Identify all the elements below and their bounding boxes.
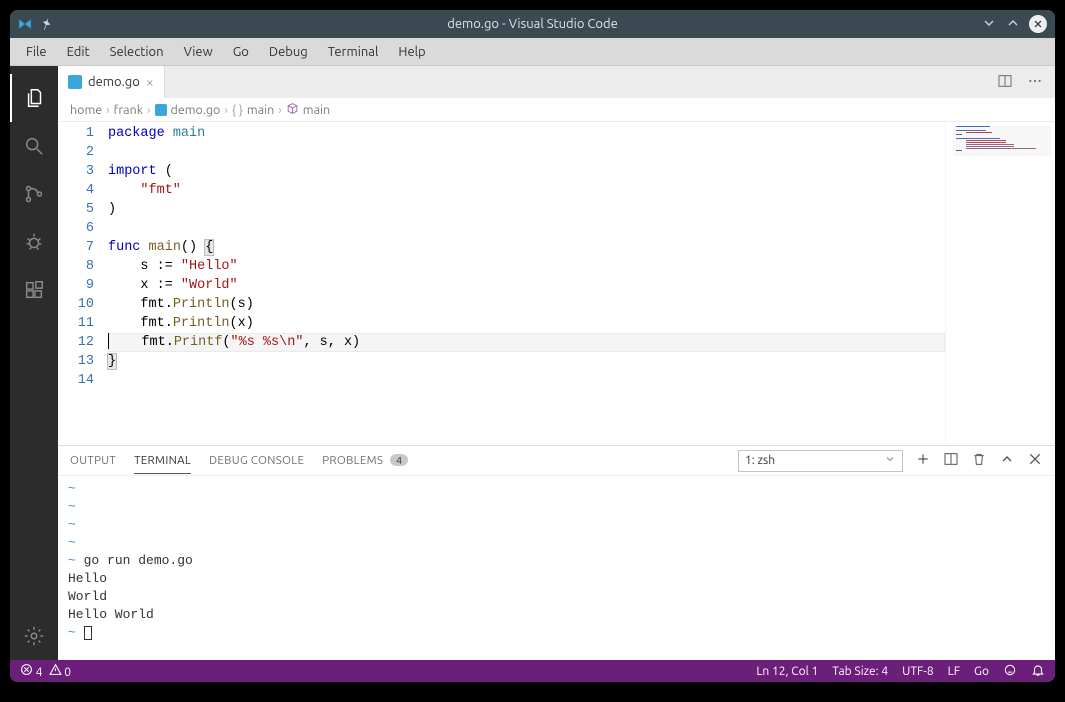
breadcrumb-item[interactable]: demo.go xyxy=(155,103,221,117)
close-icon[interactable] xyxy=(1029,15,1047,33)
status-cursor[interactable]: Ln 12, Col 1 xyxy=(756,665,818,678)
menu-view[interactable]: View xyxy=(174,41,223,63)
maximize-panel-icon[interactable] xyxy=(999,451,1015,470)
panel-tab-debug-console[interactable]: DEBUG CONSOLE xyxy=(209,454,304,467)
bell-icon[interactable] xyxy=(1031,663,1045,680)
chevron-right-icon: › xyxy=(147,103,151,117)
problems-badge: 4 xyxy=(390,454,408,466)
editor-tabs: demo.go × xyxy=(58,66,1055,98)
menu-debug[interactable]: Debug xyxy=(259,41,318,63)
chevron-right-icon: › xyxy=(106,103,110,117)
menubar: File Edit Selection View Go Debug Termin… xyxy=(10,38,1055,66)
feedback-icon[interactable] xyxy=(1003,663,1017,680)
menu-edit[interactable]: Edit xyxy=(57,41,100,63)
window: demo.go - Visual Studio Code File Edit S… xyxy=(10,10,1055,682)
panel: OUTPUT TERMINAL DEBUG CONSOLE PROBLEMS 4… xyxy=(58,445,1055,660)
app-icon xyxy=(18,17,32,31)
menu-go[interactable]: Go xyxy=(223,41,259,63)
chevron-right-icon: › xyxy=(224,103,228,117)
status-language[interactable]: Go xyxy=(974,665,989,678)
minimize-icon[interactable] xyxy=(981,15,997,34)
split-editor-icon[interactable] xyxy=(997,73,1013,92)
gear-icon[interactable] xyxy=(10,612,58,660)
status-warnings[interactable]: 0 xyxy=(49,663,72,679)
window-title: demo.go - Visual Studio Code xyxy=(10,17,1055,31)
statusbar: 4 0 Ln 12, Col 1 Tab Size: 4 UTF-8 LF Go xyxy=(10,660,1055,682)
status-errors[interactable]: 4 xyxy=(20,663,43,679)
kill-terminal-icon[interactable] xyxy=(971,451,987,470)
minimap[interactable] xyxy=(945,122,1055,445)
tab-demo-go[interactable]: demo.go × xyxy=(58,66,165,98)
more-actions-icon[interactable] xyxy=(1027,73,1043,92)
go-file-icon xyxy=(68,75,82,89)
activitybar xyxy=(10,66,58,660)
pin-icon[interactable] xyxy=(40,17,54,31)
code-content[interactable]: package mainimport ( "fmt")func main() {… xyxy=(108,122,945,445)
menu-selection[interactable]: Selection xyxy=(100,41,174,63)
search-icon[interactable] xyxy=(10,122,58,170)
breadcrumb-item[interactable]: frank xyxy=(114,103,143,117)
line-gutter: 1234567891011121314 xyxy=(58,122,108,445)
cube-icon xyxy=(286,102,299,118)
breadcrumb-item[interactable]: main xyxy=(286,102,330,118)
chevron-right-icon: › xyxy=(278,103,282,117)
go-file-icon xyxy=(155,104,167,116)
menu-help[interactable]: Help xyxy=(388,41,435,63)
status-eol[interactable]: LF xyxy=(948,665,960,678)
split-terminal-icon[interactable] xyxy=(943,451,959,470)
panel-tab-output[interactable]: OUTPUT xyxy=(70,454,116,467)
menu-file[interactable]: File xyxy=(16,41,57,63)
titlebar: demo.go - Visual Studio Code xyxy=(10,10,1055,38)
menu-terminal[interactable]: Terminal xyxy=(318,41,389,63)
new-terminal-icon[interactable] xyxy=(915,451,931,470)
extensions-icon[interactable] xyxy=(10,266,58,314)
breadcrumb-item[interactable]: home xyxy=(70,103,102,117)
panel-tab-terminal[interactable]: TERMINAL xyxy=(134,454,191,474)
terminal[interactable]: ~~~~~ go run demo.goHelloWorldHello Worl… xyxy=(58,476,1055,660)
close-panel-icon[interactable] xyxy=(1027,451,1043,470)
source-control-icon[interactable] xyxy=(10,170,58,218)
maximize-icon[interactable] xyxy=(1005,15,1021,34)
tab-label: demo.go xyxy=(88,75,140,89)
status-encoding[interactable]: UTF-8 xyxy=(902,665,933,678)
panel-tabs: OUTPUT TERMINAL DEBUG CONSOLE PROBLEMS 4… xyxy=(58,446,1055,476)
close-icon[interactable]: × xyxy=(146,74,154,90)
status-tab-size[interactable]: Tab Size: 4 xyxy=(832,665,888,678)
chevron-down-icon xyxy=(884,453,896,468)
breadcrumb: home › frank › demo.go › { } main › xyxy=(58,98,1055,122)
code-editor[interactable]: 1234567891011121314 package mainimport (… xyxy=(58,122,1055,445)
files-icon[interactable] xyxy=(10,74,58,122)
terminal-selector[interactable]: 1: zsh xyxy=(738,450,903,472)
debug-icon[interactable] xyxy=(10,218,58,266)
braces-icon: { } xyxy=(232,103,243,117)
breadcrumb-item[interactable]: { } main xyxy=(232,103,274,117)
panel-tab-problems[interactable]: PROBLEMS 4 xyxy=(322,454,408,467)
